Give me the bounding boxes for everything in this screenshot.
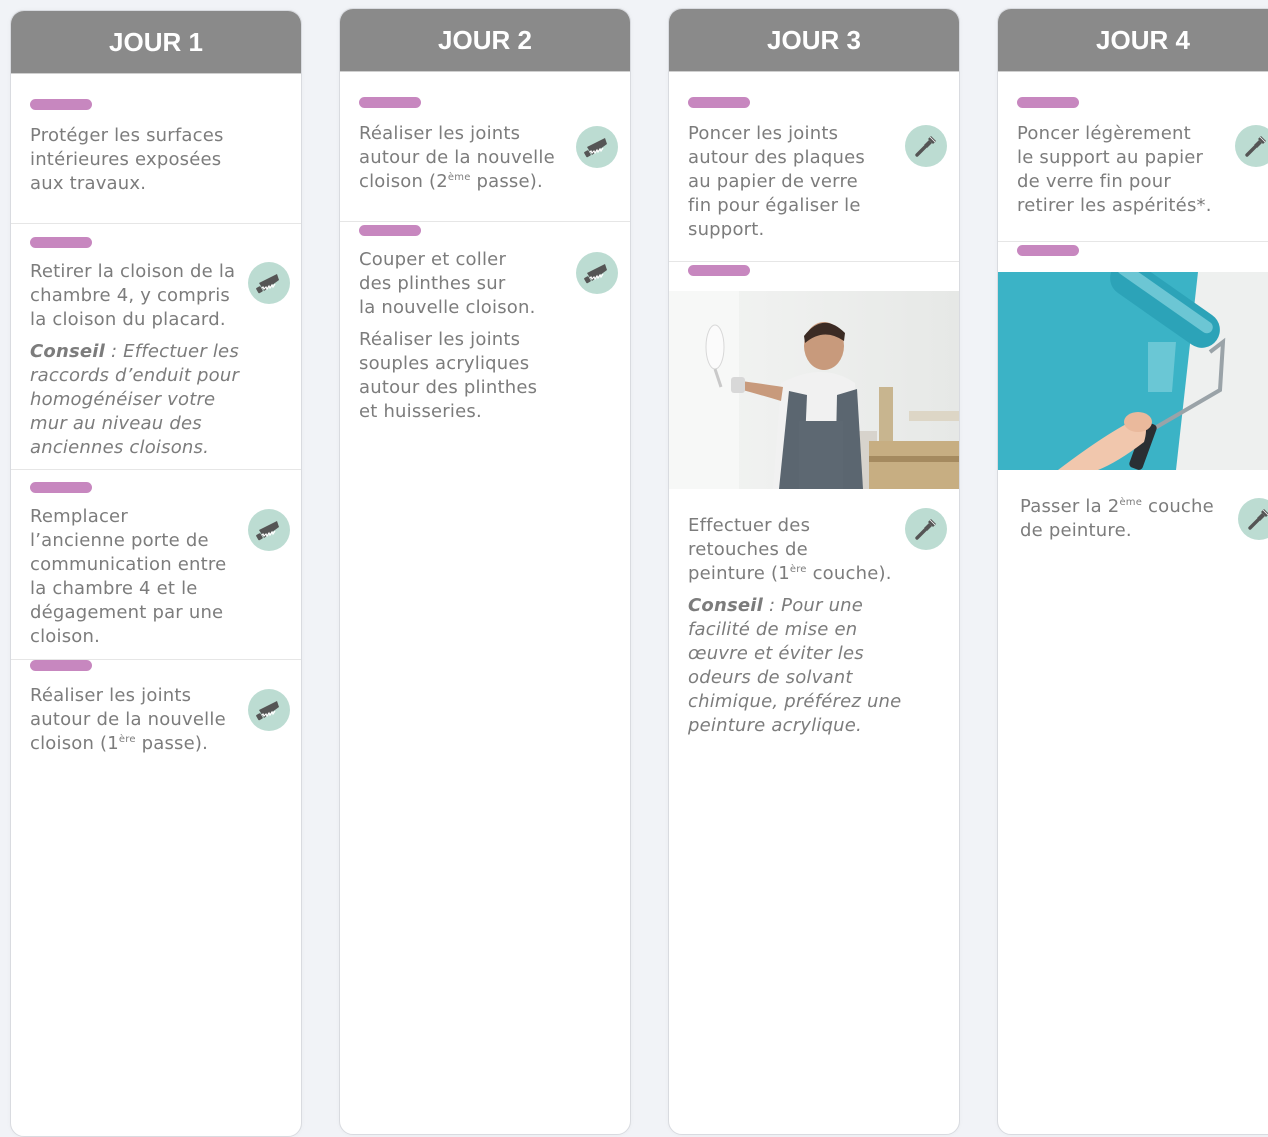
task-text: Réaliser les joints autour de la nouvelle… <box>359 123 555 192</box>
task-card: Passer la 2ème couche de peinture. <box>998 241 1268 542</box>
task-marker <box>688 97 750 108</box>
day-header: JOUR 1 <box>11 11 301 74</box>
day-column-4: JOUR 4 Poncer légèrement le support au pa… <box>997 8 1268 1135</box>
paint-brush-icon <box>1235 125 1268 167</box>
task-card: Protéger les surfaces intérieures exposée… <box>11 99 301 223</box>
task-card: Couper et coller des plinthes sur la nouve… <box>340 221 630 442</box>
task-card: Effectuer des retouches de peinture (1ère … <box>669 261 959 762</box>
task-marker <box>688 265 750 276</box>
painter-man-photo <box>669 291 959 489</box>
saw-icon <box>248 262 290 304</box>
day-header: JOUR 2 <box>340 9 630 72</box>
task-card: Retirer la cloison de la chambre 4, y com… <box>11 223 301 470</box>
task-text: Réaliser les joints autour de la nouvelle… <box>30 685 226 754</box>
day-column-3: JOUR 3 Poncer les joints autour des plaqu… <box>668 8 960 1135</box>
task-text: Poncer les joints autour des plaques au pa… <box>688 123 865 240</box>
task-marker <box>1017 97 1079 108</box>
task-card: Réaliser les joints autour de la nouvelle… <box>340 97 630 221</box>
paint-brush-icon <box>905 508 947 550</box>
paint-brush-icon <box>1238 498 1268 540</box>
task-card: Remplacer l’ancienne porte de communicatio… <box>11 469 301 660</box>
task-card: Poncer les joints autour des plaques au pa… <box>669 97 959 261</box>
task-text: Remplacer l’ancienne porte de communicatio… <box>30 506 227 647</box>
task-text: Couper et coller des plinthes sur la nouve… <box>359 249 538 422</box>
day-header: JOUR 3 <box>669 9 959 72</box>
task-marker <box>30 237 92 248</box>
tip-text: Conseil : Pour une facilité de mise en œuv… <box>688 595 902 736</box>
task-text: Retirer la cloison de la chambre 4, y com… <box>30 260 242 460</box>
paint-brush-icon <box>905 125 947 167</box>
task-text: Protéger les surfaces intérieures exposée… <box>30 125 224 194</box>
tip-text: Conseil : Effectuer les raccords d’enduit… <box>30 341 240 458</box>
task-text: Effectuer des retouches de peinture (1ère … <box>688 514 901 738</box>
saw-icon <box>576 252 618 294</box>
saw-icon <box>248 689 290 731</box>
task-marker <box>30 660 92 671</box>
paint-roller-photo <box>998 272 1268 470</box>
task-marker <box>1017 245 1079 256</box>
task-card: Réaliser les joints autour de la nouvelle… <box>11 659 301 780</box>
saw-icon <box>248 509 290 551</box>
day-column-2: JOUR 2 Réaliser les joints autour de la n… <box>339 8 631 1135</box>
task-marker <box>359 225 421 236</box>
task-text: Passer la 2ème couche de peinture. <box>1020 496 1214 541</box>
saw-icon <box>576 126 618 168</box>
day-column-1: JOUR 1 Protéger les surfaces intérieures … <box>10 10 302 1137</box>
task-card: Poncer légèrement le support au papier de … <box>998 97 1268 241</box>
task-text: Poncer légèrement le support au papier de … <box>1017 123 1212 216</box>
day-header: JOUR 4 <box>998 9 1268 72</box>
task-marker <box>30 482 92 493</box>
task-marker <box>30 99 92 110</box>
task-marker <box>359 97 421 108</box>
